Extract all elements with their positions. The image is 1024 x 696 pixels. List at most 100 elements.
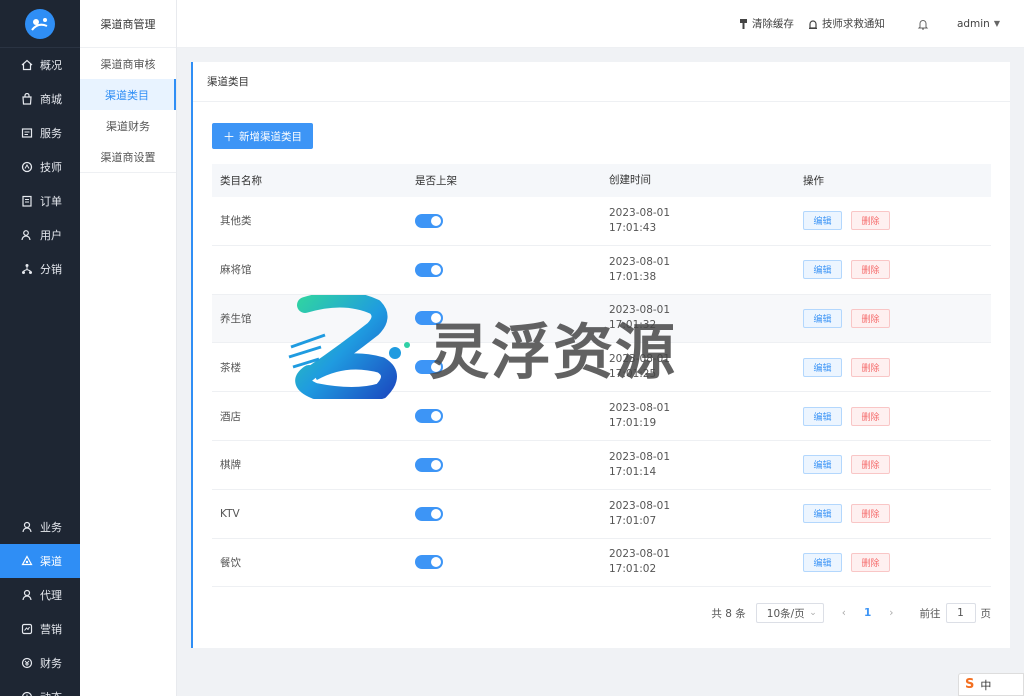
nav-item-distribution[interactable]: 分销 — [0, 252, 80, 286]
listed-cell — [407, 262, 601, 277]
nav-top-group: 概况商城服务 技师订单用户 分销 — [0, 48, 80, 286]
category-name: 茶楼 — [220, 361, 241, 374]
listed-toggle[interactable] — [415, 360, 443, 375]
nav-item-agent[interactable]: 代理 — [0, 578, 80, 612]
user-menu[interactable]: admin ▼ — [957, 18, 1000, 30]
created-date: 2023-08-01 — [609, 255, 671, 268]
clear-cache-button[interactable]: 清除缓存 — [739, 16, 794, 31]
listed-toggle[interactable] — [415, 262, 443, 277]
page-size-select[interactable]: 10条/页 ⌄ — [755, 603, 824, 623]
row-actions: 编辑 删除 — [795, 260, 991, 280]
add-category-button[interactable]: ＋ 新增渠道类目 — [212, 123, 313, 149]
broom-icon — [739, 18, 748, 29]
order-icon — [20, 194, 34, 208]
distribution-icon — [20, 262, 34, 276]
nav-item-channel[interactable]: 渠道 — [0, 544, 80, 578]
service-icon — [20, 126, 34, 140]
created-clock: 17:01:32 — [609, 319, 657, 332]
nav-item-dynamic[interactable]: 动态 — [0, 680, 80, 696]
created-clock: 17:01:38 — [609, 270, 657, 283]
listed-toggle[interactable] — [415, 311, 443, 326]
nav-item-shop[interactable]: 商城 — [0, 82, 80, 116]
listed-toggle[interactable] — [415, 409, 443, 424]
secondary-sidebar: 渠道商管理 渠道商审核 渠道类目 渠道财务 渠道商设置 — [80, 0, 177, 696]
delete-button[interactable]: 删除 — [851, 455, 890, 475]
nav-item-label: 动态 — [40, 689, 62, 696]
nav-item-label: 概况 — [40, 59, 62, 72]
row-actions: 编辑 删除 — [795, 308, 991, 328]
nav-item-label: 订单 — [40, 195, 62, 208]
nav-item-label: 财务 — [40, 657, 62, 670]
row-actions: 编辑 删除 — [795, 406, 991, 426]
edit-button[interactable]: 编辑 — [803, 455, 842, 475]
category-name: KTV — [220, 507, 240, 520]
listed-toggle[interactable] — [415, 213, 443, 228]
col-header-listed: 是否上架 — [415, 175, 457, 187]
delete-button[interactable]: 删除 — [851, 552, 890, 572]
nav-item-marketing[interactable]: 营销 — [0, 612, 80, 646]
edit-button[interactable]: 编辑 — [803, 211, 842, 231]
goto-page-input[interactable]: 1 — [945, 603, 976, 623]
edit-button[interactable]: 编辑 — [803, 504, 842, 524]
row-actions: 编辑 删除 — [795, 552, 991, 572]
nav-item-finance[interactable]: 财务 — [0, 646, 80, 680]
nav-item-label: 渠道 — [40, 555, 62, 568]
created-date: 2023-08-01 — [609, 499, 671, 512]
page-number[interactable]: 1 — [864, 607, 871, 619]
nav-item-home[interactable]: 概况 — [0, 48, 80, 82]
chevron-down-icon: ⌄ — [809, 608, 817, 618]
channel-icon — [20, 554, 34, 568]
edit-button[interactable]: 编辑 — [803, 357, 842, 377]
edit-button[interactable]: 编辑 — [803, 552, 842, 572]
created-time: 2023-08-01 17:01:43 — [601, 206, 795, 236]
listed-cell — [407, 555, 601, 570]
delete-button[interactable]: 删除 — [851, 211, 890, 231]
sidebar-item[interactable]: 渠道商设置 — [80, 141, 176, 172]
listed-toggle[interactable] — [415, 457, 443, 472]
delete-button[interactable]: 删除 — [851, 504, 890, 524]
listed-cell — [407, 360, 601, 375]
nav-item-label: 业务 — [40, 521, 62, 534]
total-count: 共 8 条 — [711, 607, 746, 620]
nav-item-technician[interactable]: 技师 — [0, 150, 80, 184]
sidebar-item[interactable]: 渠道财务 — [80, 110, 176, 141]
category-name: 酒店 — [220, 410, 241, 423]
alarm-icon — [808, 19, 818, 29]
table-row: 麻将馆 2023-08-01 17:01:38 编辑 删除 — [212, 246, 991, 295]
sidebar-item[interactable]: 渠道类目 — [80, 79, 176, 110]
business-icon — [20, 520, 34, 534]
tech-notice-button[interactable]: 技师求救通知 — [808, 16, 885, 31]
next-page-icon[interactable]: › — [889, 607, 893, 619]
category-name: 其他类 — [220, 215, 252, 228]
delete-button[interactable]: 删除 — [851, 406, 890, 426]
nav-item-label: 代理 — [40, 589, 62, 602]
nav-item-service[interactable]: 服务 — [0, 116, 80, 150]
nav-item-business[interactable]: 业务 — [0, 510, 80, 544]
created-clock: 17:01:43 — [609, 221, 657, 234]
sidebar-item[interactable]: 渠道商审核 — [80, 48, 176, 79]
edit-button[interactable]: 编辑 — [803, 260, 842, 280]
listed-cell — [407, 506, 601, 521]
edit-button[interactable]: 编辑 — [803, 406, 842, 426]
listed-toggle[interactable] — [415, 506, 443, 521]
created-date: 2023-08-01 — [609, 450, 671, 463]
bell-icon[interactable] — [917, 18, 929, 30]
nav-item-order[interactable]: 订单 — [0, 184, 80, 218]
delete-button[interactable]: 删除 — [851, 308, 890, 328]
delete-button[interactable]: 删除 — [851, 260, 890, 280]
table-row: 酒店 2023-08-01 17:01:19 编辑 删除 — [212, 392, 991, 441]
nav-item-label: 商城 — [40, 93, 62, 106]
agent-icon — [20, 588, 34, 602]
edit-button[interactable]: 编辑 — [803, 308, 842, 328]
nav-item-user[interactable]: 用户 — [0, 218, 80, 252]
listed-cell — [407, 213, 601, 228]
delete-button[interactable]: 删除 — [851, 357, 890, 377]
created-clock: 17:01:19 — [609, 417, 657, 430]
shop-icon — [20, 92, 34, 106]
listed-toggle[interactable] — [415, 555, 443, 570]
ime-indicator[interactable]: S 中 — [958, 673, 1024, 696]
app-logo[interactable] — [25, 8, 55, 39]
created-date: 2023-08-01 — [609, 548, 671, 561]
created-time: 2023-08-01 17:01:25 — [601, 352, 795, 382]
prev-page-icon[interactable]: ‹ — [842, 607, 846, 619]
